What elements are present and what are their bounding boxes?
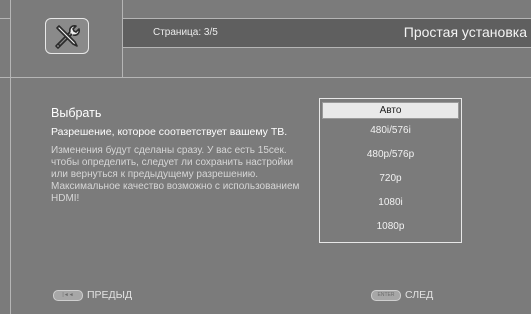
section-note: Изменения будут сделаны сразу. У вас ест…	[51, 145, 300, 204]
next-button[interactable]: ENTER СЛЕД	[371, 289, 433, 301]
resolution-option-auto[interactable]: Авто	[322, 102, 459, 119]
instruction-panel: Выбрать Разрешение, которое соответствуе…	[51, 106, 306, 205]
wrench-screwdriver-icon	[45, 18, 89, 54]
prev-button[interactable]: |◄◄ ПРЕДЫД	[53, 289, 132, 301]
enter-key-icon: ENTER	[371, 289, 401, 301]
page-indicator: Страница: 3/5	[153, 27, 218, 38]
resolution-option-1080i[interactable]: 1080i	[322, 191, 459, 215]
screen-title: Простая установка	[403, 24, 527, 40]
resolution-option-1080p[interactable]: 1080p	[322, 215, 459, 239]
resolution-list: Авто 480i/576i 480p/576p 720p 1080i 1080…	[319, 98, 462, 243]
resolution-option-480i[interactable]: 480i/576i	[322, 119, 459, 143]
resolution-option-720p[interactable]: 720p	[322, 167, 459, 191]
section-heading: Выбрать	[51, 106, 102, 120]
setup-icon-panel	[10, 0, 123, 78]
prev-key-icon: |◄◄	[53, 289, 83, 301]
prev-label: ПРЕДЫД	[87, 289, 133, 301]
header-bar: Страница: 3/5 Простая установка	[123, 18, 531, 48]
resolution-option-480p[interactable]: 480p/576p	[322, 143, 459, 167]
left-divider	[10, 78, 11, 314]
section-description: Разрешение, которое соответствует вашему…	[51, 126, 288, 138]
next-label: СЛЕД	[405, 289, 434, 301]
